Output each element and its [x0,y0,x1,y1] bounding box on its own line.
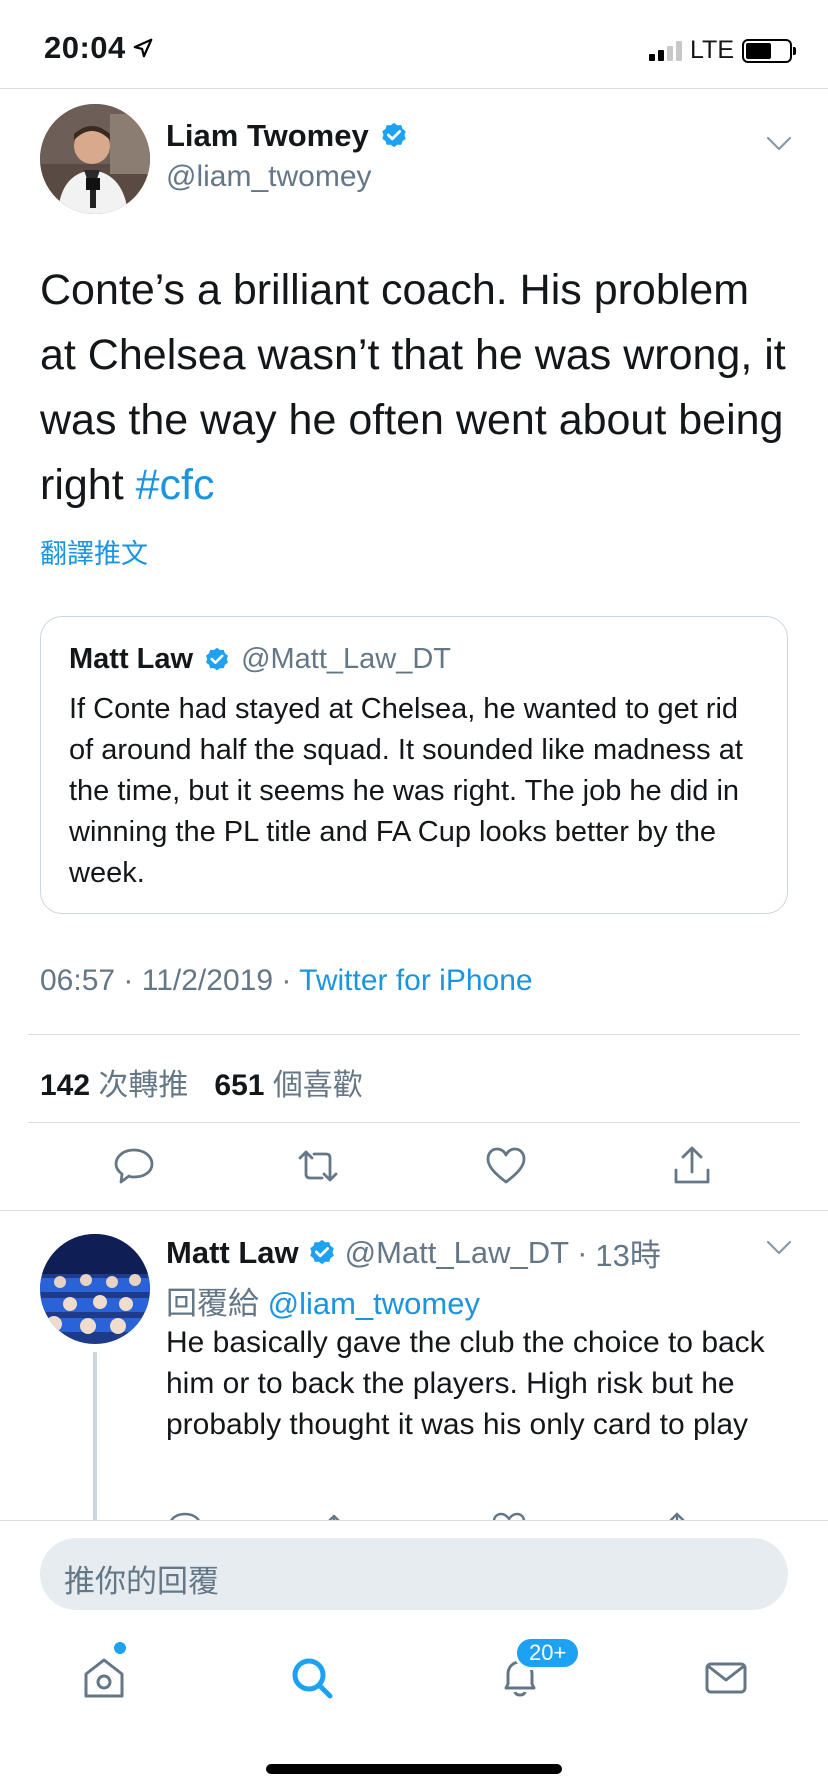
replying-to: 回覆給 @liam_twomey [166,1286,480,1321]
verified-badge-icon [309,1239,334,1264]
reply-author-handle[interactable]: @Matt_Law_DT [345,1235,569,1271]
author-handle[interactable]: @liam_twomey [166,160,372,194]
divider [28,1122,800,1123]
new-content-dot [114,1642,126,1654]
thread-line [93,1352,97,1522]
divider [0,1520,828,1521]
reply-text: He basically gave the club the choice to… [166,1326,765,1441]
reply-author-name[interactable]: Matt Law [166,1235,299,1271]
replying-to-link[interactable]: @liam_twomey [268,1286,480,1321]
verified-badge-icon [381,122,406,148]
location-arrow-icon [133,38,153,58]
quoted-author-handle: @Matt_Law_DT [241,643,452,675]
reply-author-avatar[interactable] [40,1234,150,1344]
hashtag-link[interactable]: #cfc [136,461,215,509]
retweet-stat[interactable]: 142 次轉推 [40,1060,188,1104]
reply-compose-input[interactable]: 推你的回覆 [40,1538,788,1610]
status-indicators: LTE [649,36,796,65]
quoted-tweet-header: Matt Law @Matt_Law_DT [69,643,451,676]
search-icon[interactable] [288,1654,336,1702]
tweet-text: Conte’s a brilliant coach. His problem a… [40,266,786,509]
author-name[interactable]: Liam Twomey [166,118,409,154]
status-bar: 20:04 LTE [0,0,828,88]
reply-header: Matt Law @Matt_Law_DT · 13時 [166,1230,661,1275]
divider [0,88,828,89]
chevron-down-icon[interactable] [766,136,792,152]
network-label: LTE [690,36,734,64]
tweet-stats: 142 次轉推 651 個喜歡 [40,1060,363,1104]
tweet-time: 06:57 [40,964,116,997]
translate-tweet-link[interactable]: 翻譯推文 [40,532,148,571]
quoted-author-name: Matt Law [69,643,194,675]
status-time: 20:04 [44,30,154,66]
home-indicator[interactable] [266,1764,562,1774]
notification-badge: 20+ [514,1636,582,1670]
chevron-down-icon[interactable] [766,1240,792,1256]
divider [28,1034,800,1035]
divider [0,1210,828,1211]
messages-icon[interactable] [702,1654,750,1702]
tweet-actions [0,1144,828,1200]
tweet-meta: 06:57 · 11/2/2019 · Twitter for iPhone [40,964,533,997]
quoted-tweet-card[interactable]: Matt Law @Matt_Law_DT If Conte had staye… [40,616,788,914]
reply-icon[interactable] [112,1144,156,1188]
tweet-source-link[interactable]: Twitter for iPhone [299,964,532,997]
retweet-icon[interactable] [296,1144,340,1188]
share-icon[interactable] [670,1144,714,1188]
author-avatar[interactable] [40,104,150,214]
like-stat[interactable]: 651 個喜歡 [214,1060,362,1104]
reply-time: 13時 [595,1238,661,1273]
like-icon[interactable] [484,1144,528,1188]
tweet-date: 11/2/2019 [141,964,274,997]
quoted-tweet-text: If Conte had stayed at Chelsea, he wante… [69,693,743,889]
signal-icon [649,40,682,61]
battery-icon [742,38,796,63]
home-icon[interactable] [80,1654,128,1702]
verified-badge-icon [206,647,229,670]
